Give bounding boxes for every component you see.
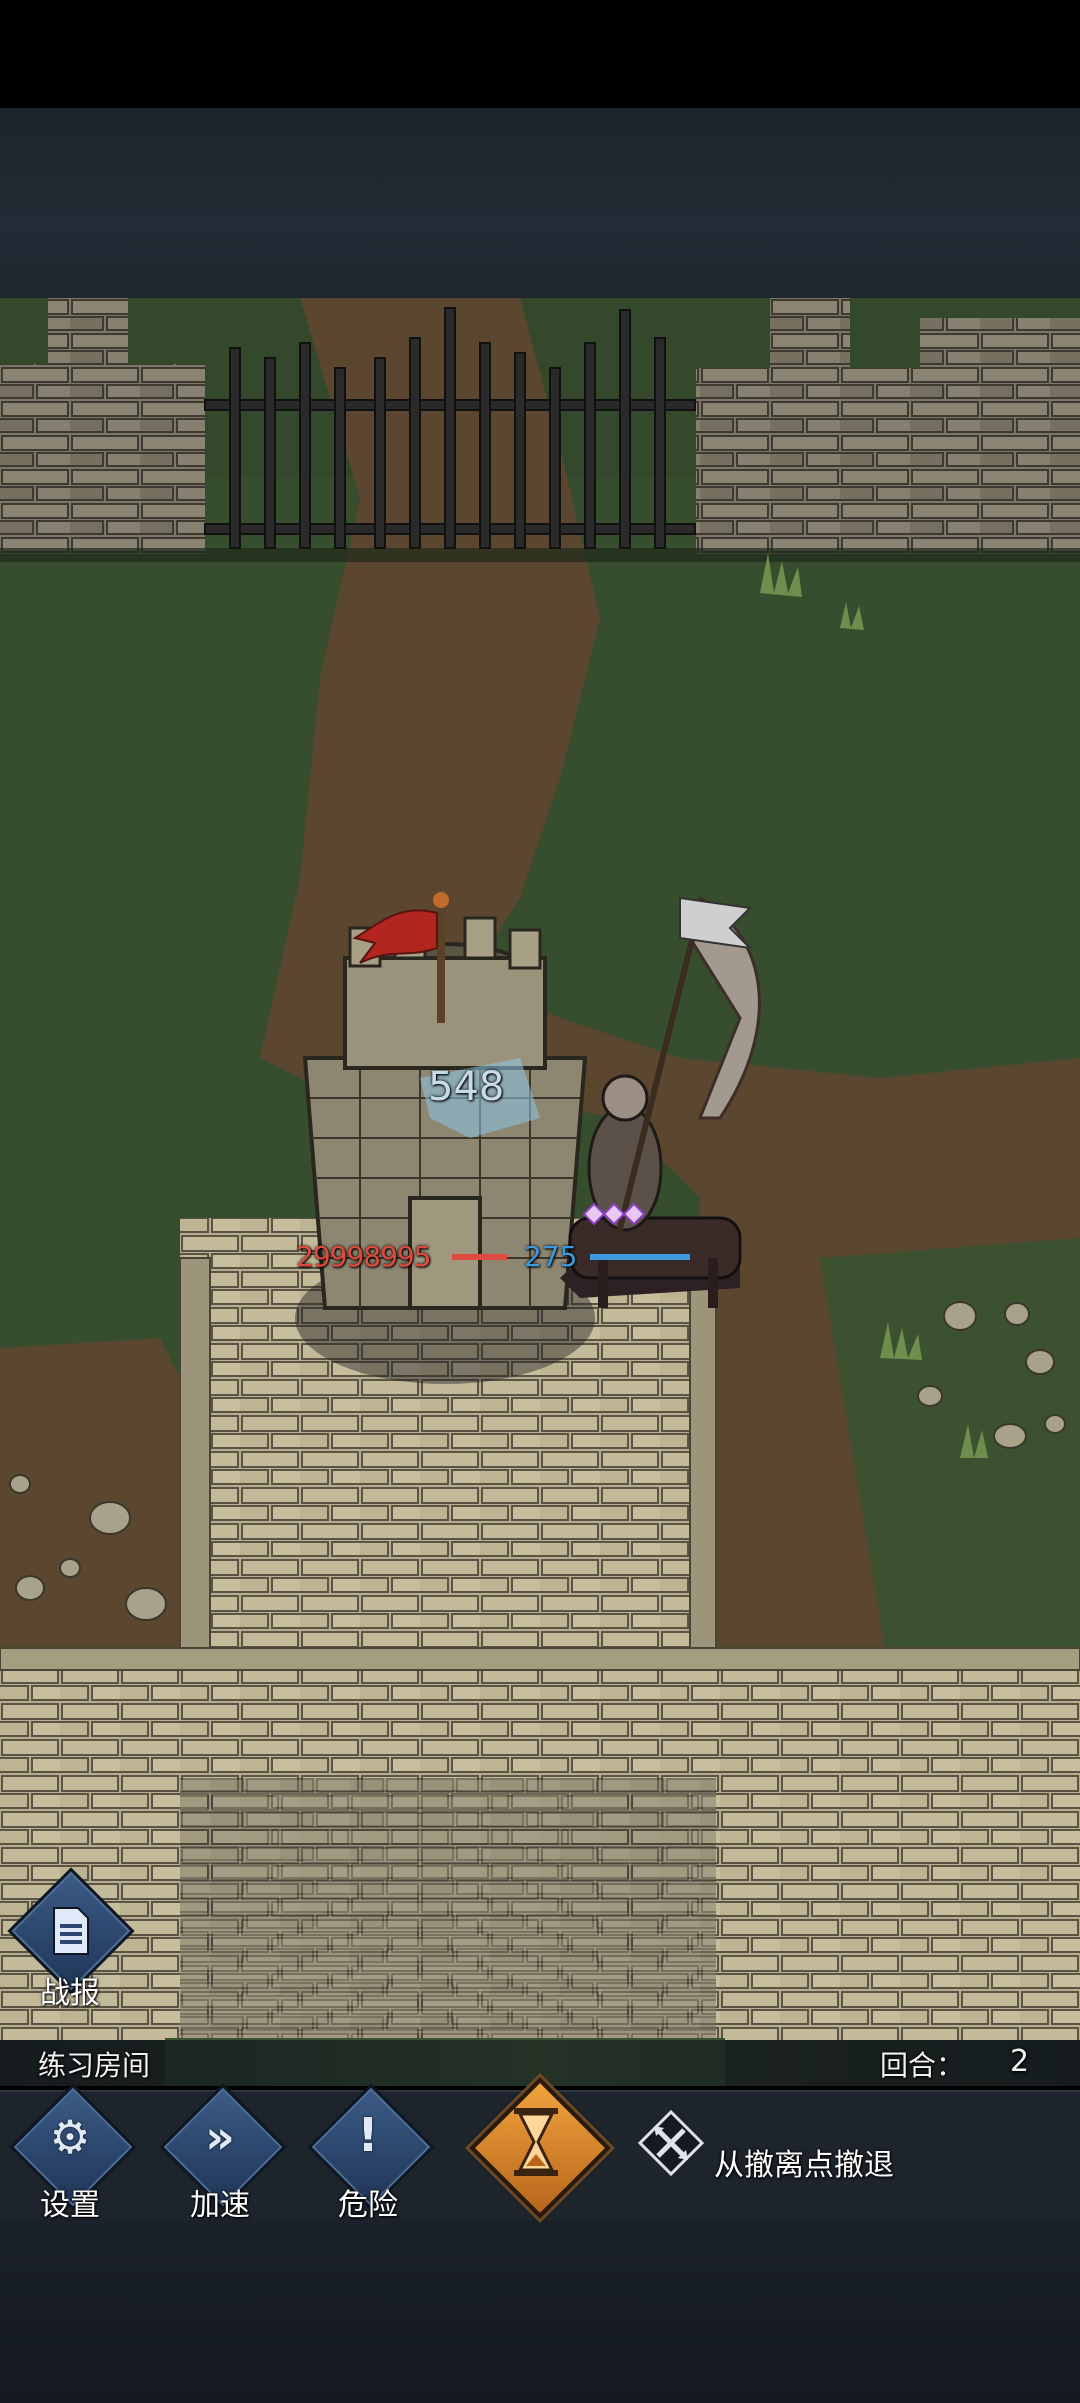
danger-button[interactable]: ! 危险 — [298, 2083, 438, 2223]
settings-button[interactable]: ⚙ 设置 — [0, 2083, 140, 2223]
top-header — [0, 108, 1080, 298]
room-title: 练习房间 — [38, 2049, 151, 2082]
hourglass-icon — [514, 2108, 558, 2176]
end-turn-button[interactable] — [469, 2077, 611, 2219]
report-label: 战报 — [40, 1976, 100, 2011]
damage-number: 548 — [428, 1064, 505, 1110]
crossed-arrows-icon[interactable] — [636, 2108, 706, 2178]
speed-button[interactable]: » 加速 — [150, 2083, 290, 2223]
battle-map[interactable] — [0, 298, 1080, 2086]
retreat-text[interactable]: 从撤离点撤退 — [714, 2140, 894, 2184]
danger-label: 危险 — [338, 2188, 398, 2223]
report-button[interactable]: 战报 — [0, 1867, 140, 2011]
round-value: 2 — [1010, 2044, 1030, 2079]
fast-forward-icon: » — [205, 2110, 235, 2164]
speed-label: 加速 — [190, 2188, 250, 2223]
exclamation-icon: ! — [357, 2108, 379, 2162]
bottom-background — [0, 2218, 1080, 2403]
status-bar — [0, 0, 1080, 108]
map-scene — [0, 298, 1080, 2086]
settings-label: 设置 — [40, 2188, 100, 2223]
enemy-hp-text: 29998995 — [296, 1240, 432, 1273]
document-icon — [53, 1907, 89, 1955]
gear-icon: ⚙ — [49, 2110, 91, 2164]
round-label: 回合： — [880, 2049, 965, 2082]
player-hp-text: 275 — [524, 1240, 578, 1273]
